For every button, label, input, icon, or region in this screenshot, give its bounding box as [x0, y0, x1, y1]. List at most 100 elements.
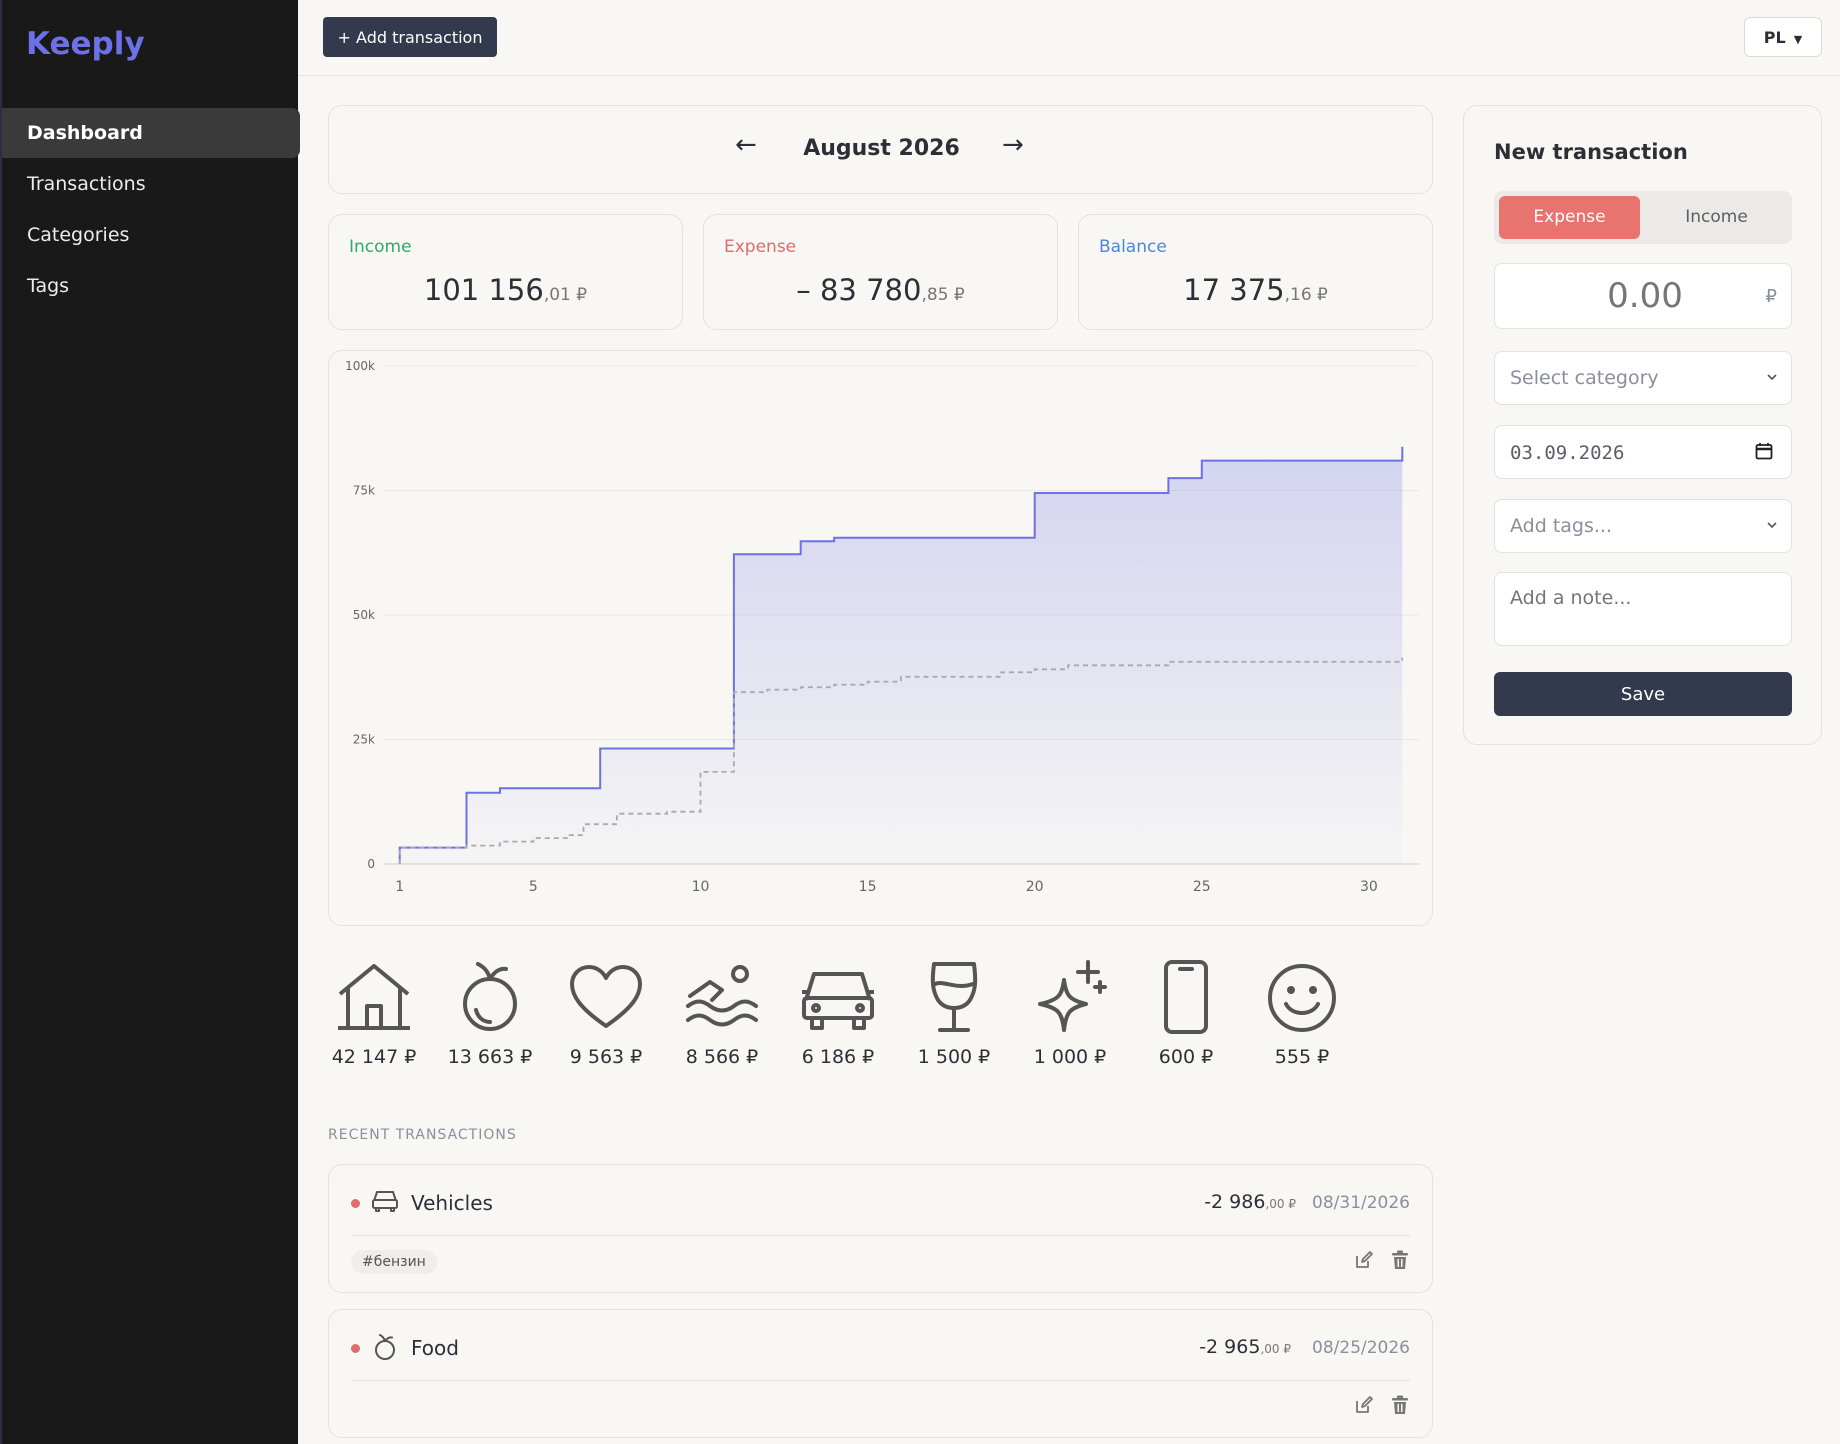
transaction-date: 08/31/2026 — [1312, 1193, 1410, 1213]
balance-summary-card: Balance 17 375,16 ₽ — [1078, 214, 1433, 330]
form-title: New transaction — [1494, 140, 1688, 164]
cumulative-chart-card: 0 25k 50k 75k 100k 1 5 10 15 20 25 30 — [328, 350, 1433, 926]
category-amount: 9 563 ₽ — [569, 1046, 643, 1068]
sidebar-item-transactions[interactable]: Transactions — [2, 159, 300, 209]
transaction-amount: -2 986,00 ₽ — [1204, 1191, 1296, 1213]
expense-amount: – 83 780 — [796, 273, 922, 307]
income-cents: ,01 ₽ — [543, 285, 588, 305]
apple-icon — [463, 962, 517, 1031]
previous-month-arrow-icon[interactable]: ← — [735, 130, 757, 160]
note-input[interactable] — [1495, 573, 1791, 645]
language-select[interactable]: PL ▼ — [1744, 17, 1822, 57]
wine-glass-icon — [930, 962, 978, 1032]
note-field — [1494, 572, 1792, 646]
x-tick-label: 1 — [395, 879, 404, 895]
expense-cents: ,85 ₽ — [921, 285, 965, 305]
category-total[interactable]: 555 ₽ — [1244, 960, 1360, 1068]
sidebar-nav: Dashboard Transactions Categories Tags — [2, 108, 300, 312]
expense-dot — [351, 1199, 360, 1208]
swimmer-icon — [686, 965, 758, 1027]
category-total[interactable]: 6 186 ₽ — [780, 960, 896, 1068]
app-logo[interactable]: Keeply — [26, 26, 145, 62]
transaction-card[interactable]: Food -2 965,00 ₽ 08/25/2026 — [328, 1309, 1433, 1438]
income-summary-card: Income 101 156,01 ₽ — [328, 214, 683, 330]
transaction-card[interactable]: Vehicles -2 986,00 ₽ 08/31/2026 #бензин — [328, 1164, 1433, 1293]
expense-summary-card: Expense – 83 780,85 ₽ — [703, 214, 1058, 330]
chevron-down-icon — [1767, 374, 1777, 381]
x-tick-label: 30 — [1360, 879, 1378, 895]
y-tick-label: 100k — [345, 359, 375, 373]
sidebar: Keeply Dashboard Transactions Categories… — [0, 0, 300, 1444]
caret-down-icon: ▼ — [1793, 32, 1803, 46]
save-button[interactable]: Save — [1494, 672, 1792, 716]
new-transaction-form: New transaction Expense Income ₽ Select … — [1463, 105, 1822, 745]
car-icon — [802, 972, 874, 1030]
car-icon — [372, 1191, 398, 1212]
transaction-amount-cents: ,00 ₽ — [1260, 1342, 1291, 1356]
sidebar-item-tags[interactable]: Tags — [2, 261, 300, 311]
date-value: 03.09.2026 — [1510, 442, 1625, 464]
trash-icon[interactable] — [1391, 1395, 1409, 1415]
house-icon — [338, 964, 410, 1030]
x-tick-label: 15 — [859, 879, 877, 895]
amount-field: ₽ — [1494, 263, 1792, 329]
type-toggle: Expense Income — [1494, 191, 1792, 244]
expense-toggle-button[interactable]: Expense — [1499, 196, 1640, 239]
date-field[interactable]: 03.09.2026 — [1494, 425, 1792, 479]
balance-cents: ,16 ₽ — [1284, 285, 1328, 305]
category-amount: 13 663 ₽ — [447, 1046, 533, 1068]
x-tick-label: 25 — [1193, 879, 1211, 895]
category-amount: 42 147 ₽ — [331, 1046, 417, 1068]
category-total[interactable]: 42 147 ₽ — [316, 960, 432, 1068]
income-value: 101 156,01 ₽ — [329, 273, 682, 307]
phone-icon — [1164, 960, 1208, 1034]
next-month-arrow-icon[interactable]: → — [1002, 130, 1024, 160]
income-toggle-button[interactable]: Income — [1646, 196, 1787, 239]
divider — [351, 1380, 1410, 1381]
category-amount: 8 566 ₽ — [685, 1046, 759, 1068]
transaction-category: Vehicles — [411, 1191, 493, 1215]
category-total[interactable]: 13 663 ₽ — [432, 960, 548, 1068]
category-amount: 555 ₽ — [1274, 1046, 1330, 1068]
x-tick-label: 5 — [529, 879, 538, 895]
income-amount: 101 156 — [423, 273, 544, 307]
apple-icon — [375, 1334, 395, 1360]
category-total[interactable]: 1 000 ₽ — [1012, 960, 1128, 1068]
category-total[interactable]: 600 ₽ — [1128, 960, 1244, 1068]
transaction-amount: -2 965,00 ₽ — [1199, 1336, 1291, 1358]
transaction-date: 08/25/2026 — [1312, 1338, 1410, 1358]
trash-icon[interactable] — [1391, 1250, 1409, 1270]
cumulative-chart: 025k50k75k100k1 5 10 15 20 25 30 — [345, 359, 1419, 895]
category-placeholder: Select category — [1510, 367, 1659, 389]
y-tick-label: 25k — [353, 733, 375, 747]
category-amount: 1 000 ₽ — [1033, 1046, 1107, 1068]
transaction-tag[interactable]: #бензин — [351, 1250, 437, 1274]
category-total[interactable]: 9 563 ₽ — [548, 960, 664, 1068]
add-transaction-button[interactable]: + Add transaction — [323, 17, 497, 57]
category-select[interactable]: Select category — [1494, 351, 1792, 405]
calendar-icon[interactable] — [1755, 442, 1773, 460]
sparkle-icon — [1038, 960, 1107, 1032]
smiley-icon — [1268, 964, 1336, 1032]
y-tick-label: 75k — [353, 484, 375, 498]
tags-placeholder: Add tags... — [1510, 515, 1612, 537]
amount-input[interactable] — [1495, 264, 1755, 328]
transaction-amount-main: -2 986 — [1204, 1191, 1266, 1213]
edit-icon[interactable] — [1354, 1395, 1374, 1415]
income-label: Income — [349, 237, 412, 257]
heart-icon — [570, 965, 642, 1028]
sidebar-item-dashboard[interactable]: Dashboard — [2, 108, 300, 158]
balance-value: 17 375,16 ₽ — [1079, 273, 1432, 307]
category-amount: 6 186 ₽ — [801, 1046, 875, 1068]
top-bar: + Add transaction PL ▼ — [298, 0, 1840, 76]
category-total[interactable]: 1 500 ₽ — [896, 960, 1012, 1068]
expense-value: – 83 780,85 ₽ — [704, 273, 1057, 307]
recent-transactions-title: RECENT TRANSACTIONS — [328, 1127, 517, 1143]
sidebar-item-categories[interactable]: Categories — [2, 210, 300, 260]
income-area — [399, 446, 1403, 864]
category-total[interactable]: 8 566 ₽ — [664, 960, 780, 1068]
edit-icon[interactable] — [1354, 1250, 1374, 1270]
month-title: August 2026 — [803, 136, 960, 161]
tags-select[interactable]: Add tags... — [1494, 499, 1792, 553]
y-tick-label: 50k — [353, 608, 375, 622]
